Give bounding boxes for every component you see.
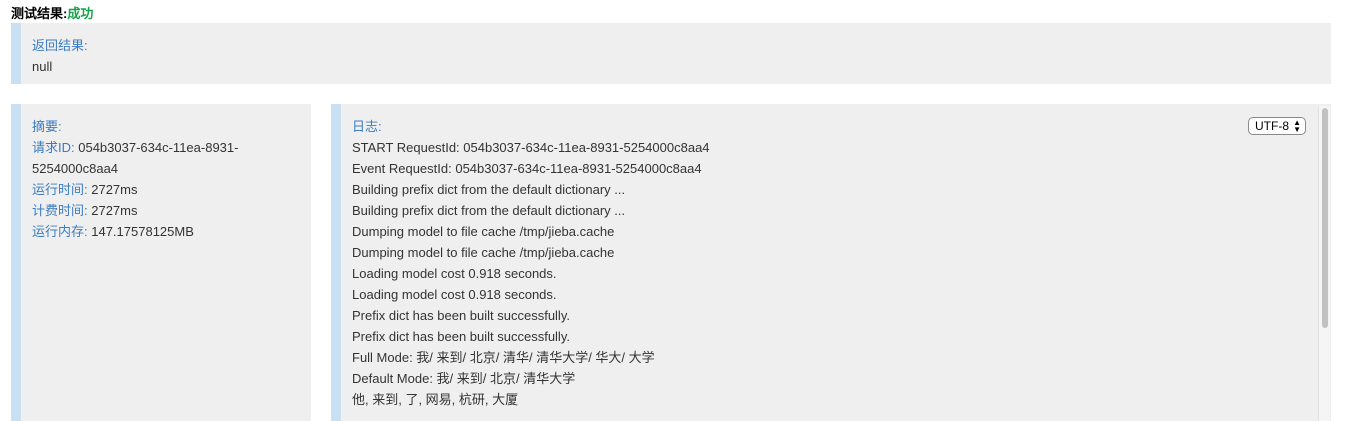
billing-time-label: 计费时间: <box>32 203 88 218</box>
run-time-row: 运行时间: 2727ms <box>32 179 272 200</box>
log-label: 日志: <box>352 119 382 134</box>
log-lines: START RequestId: 054b3037-634c-11ea-8931… <box>352 137 1331 410</box>
log-line: Dumping model to file cache /tmp/jieba.c… <box>352 224 615 239</box>
log-line: Prefix dict has been built successfully. <box>352 308 570 323</box>
log-scrollbar-thumb[interactable] <box>1322 108 1328 328</box>
return-result-panel: 返回结果: null <box>11 23 1331 84</box>
return-result-value: null <box>32 59 53 74</box>
log-line: Default Mode: 我/ 来到/ 北京/ 清华大学 <box>352 371 576 386</box>
log-scrollbar[interactable] <box>1318 106 1330 421</box>
summary-label: 摘要: <box>32 119 62 134</box>
memory-value: 147.17578125MB <box>87 224 194 239</box>
return-result-label: 返回结果: <box>32 38 88 53</box>
log-line: Loading model cost 0.918 seconds. <box>352 266 557 281</box>
log-line: Event RequestId: 054b3037-634c-11ea-8931… <box>352 161 702 176</box>
memory-label: 运行内存: <box>32 224 88 239</box>
memory-row: 运行内存: 147.17578125MB <box>32 221 272 242</box>
log-line: 他, 来到, 了, 网易, 杭研, 大厦 <box>352 392 519 407</box>
billing-time-row: 计费时间: 2727ms <box>32 200 272 221</box>
log-line: Prefix dict has been built successfully. <box>352 329 570 344</box>
billing-time-value: 2727ms <box>87 203 138 218</box>
log-line: Dumping model to file cache /tmp/jieba.c… <box>352 245 615 260</box>
encoding-select[interactable]: UTF-8 ▲ ▼ <box>1248 117 1306 135</box>
log-line: START RequestId: 054b3037-634c-11ea-8931… <box>352 140 710 155</box>
log-panel[interactable]: 日志: START RequestId: 054b3037-634c-11ea-… <box>331 104 1331 421</box>
encoding-selected-value: UTF-8 <box>1255 119 1289 133</box>
select-arrows-icon: ▲ ▼ <box>1293 118 1301 134</box>
request-id-label: 请求ID: <box>32 140 75 155</box>
test-result-status: 成功 <box>67 6 94 21</box>
summary-panel: 摘要: 请求ID: 054b3037-634c-11ea-8931-525400… <box>11 104 311 421</box>
log-line: Building prefix dict from the default di… <box>352 182 626 197</box>
log-line: Building prefix dict from the default di… <box>352 203 626 218</box>
request-id-row: 请求ID: 054b3037-634c-11ea-8931-5254000c8a… <box>32 137 272 179</box>
log-line: Full Mode: 我/ 来到/ 北京/ 清华/ 清华大学/ 华大/ 大学 <box>352 350 655 365</box>
test-result-label: 测试结果: <box>11 6 68 21</box>
log-line: Loading model cost 0.918 seconds. <box>352 287 557 302</box>
run-time-label: 运行时间: <box>32 182 88 197</box>
run-time-value: 2727ms <box>87 182 138 197</box>
test-result-heading: 测试结果:成功 <box>11 6 93 22</box>
